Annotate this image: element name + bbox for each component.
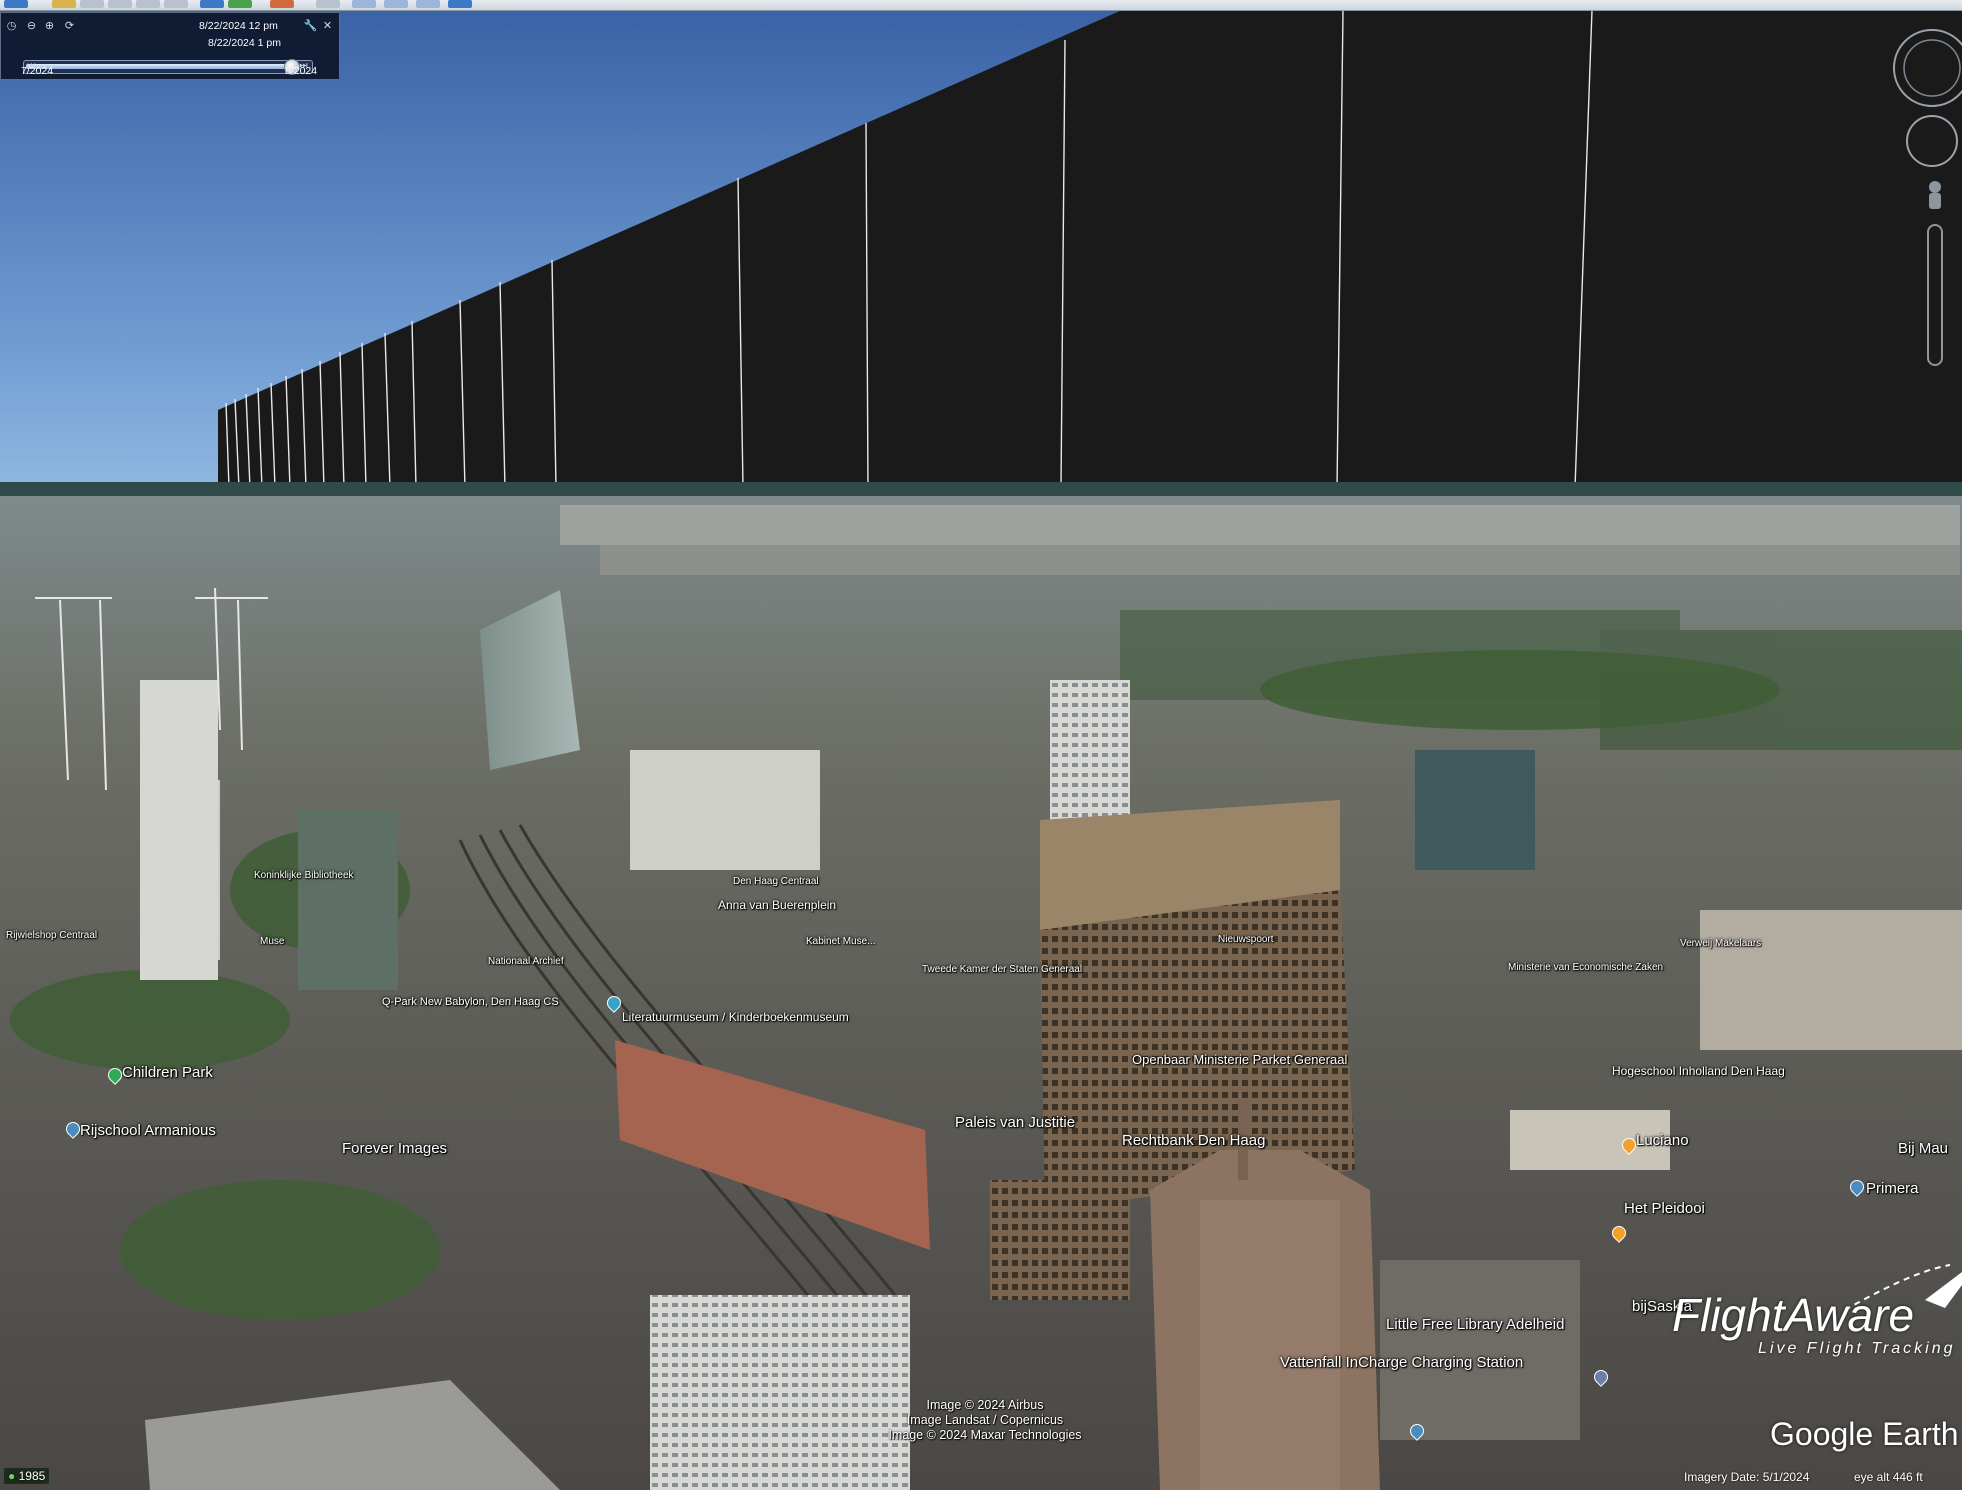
save-image-icon[interactable] <box>416 0 440 8</box>
label-rijschool[interactable]: Rijschool Armanious <box>80 1122 216 1139</box>
time-track[interactable] <box>23 59 313 75</box>
range-start: 7/2024 <box>21 65 54 77</box>
overlay-icon[interactable] <box>136 0 160 8</box>
flightaware-tagline: Live Flight Tracking <box>1758 1340 1956 1357</box>
maps-icon[interactable] <box>448 0 472 8</box>
3d-viewport[interactable]: Children Park Rijschool Armanious Foreve… <box>0 10 1962 1490</box>
label-qpark[interactable]: Q-Park New Babylon, Den Haag CS <box>382 996 559 1008</box>
horizon-band <box>0 482 1962 496</box>
email-icon[interactable] <box>352 0 376 8</box>
label-vattenfall[interactable]: Vattenfall InCharge Charging Station <box>1280 1354 1523 1371</box>
label-rijwielshop[interactable]: Rijwielshop Centraal <box>6 930 97 941</box>
sidebar-icon[interactable] <box>4 0 28 8</box>
white-flats <box>650 1295 910 1490</box>
placemark-icon[interactable] <box>52 0 76 8</box>
office-block <box>630 750 820 870</box>
zoom-in-icon[interactable]: ⊕ <box>43 19 56 32</box>
time-track-fill <box>26 64 300 69</box>
green-tower <box>298 810 398 990</box>
hover-time: 8/22/2024 1 pm <box>208 37 281 49</box>
year-indicator: ● 1985 <box>4 1468 50 1484</box>
white-tower <box>140 680 218 980</box>
label-hogeschool[interactable]: Hogeschool Inholland Den Haag <box>1612 1064 1785 1078</box>
label-openbaar[interactable]: Openbaar Ministerie Parket Generaal <box>1132 1052 1347 1067</box>
label-den-haag-centraal[interactable]: Den Haag Centraal <box>733 876 819 887</box>
label-tweede-kamer[interactable]: Tweede Kamer der Staten Generaal <box>922 964 1082 975</box>
attribution-line-2: Image Landsat / Copernicus <box>906 1413 1064 1427</box>
glass-cube <box>1415 750 1535 870</box>
street-view-icon[interactable] <box>1929 181 1941 193</box>
sun-icon[interactable] <box>228 0 252 8</box>
path-icon[interactable] <box>108 0 132 8</box>
print-icon[interactable] <box>384 0 408 8</box>
attribution-line-1: Image © 2024 Airbus <box>926 1398 1044 1412</box>
imagery-date: Imagery Date: 5/1/2024 <box>1684 1470 1810 1484</box>
label-ministerie-ez[interactable]: Ministerie van Economische Zaken <box>1508 962 1663 973</box>
eye-altitude: eye alt 446 ft <box>1854 1470 1923 1484</box>
attribution-line-3: Image © 2024 Maxar Technologies <box>888 1428 1082 1442</box>
residential-block <box>1380 1260 1580 1440</box>
label-kon-bib[interactable]: Koninklijke Bibliotheek <box>254 870 354 881</box>
label-muse[interactable]: Muse <box>260 936 284 947</box>
rechtbank-block <box>990 1180 1130 1300</box>
historical-imagery-icon: ● <box>8 1469 16 1483</box>
ruler-icon[interactable] <box>316 0 340 8</box>
google-earth-logo: Google Earth <box>1770 1416 1959 1452</box>
clock-icon[interactable]: ◷ <box>5 19 18 32</box>
flightaware-logo: FlightAware Live Flight Tracking <box>1672 1290 1956 1358</box>
flightaware-wordmark: FlightAware <box>1672 1289 1915 1341</box>
label-rechtbank[interactable]: Rechtbank Den Haag <box>1122 1132 1265 1149</box>
label-literatuur[interactable]: Literatuurmuseum / Kinderboekenmuseum <box>622 1010 849 1024</box>
residential-far-right <box>1700 910 1962 1050</box>
current-time: 8/22/2024 12 pm <box>199 20 278 32</box>
polygon-icon[interactable] <box>80 0 104 8</box>
close-icon[interactable]: ✕ <box>321 19 334 32</box>
label-paleis[interactable]: Paleis van Justitie <box>955 1114 1075 1131</box>
year-value: 1985 <box>18 1469 46 1483</box>
time-slider[interactable]: ◷ ⊖ ⊕ ⟳ 8/22/2024 12 pm 8/22/2024 1 pm 🔧… <box>0 12 340 80</box>
label-children-park[interactable]: Children Park <box>122 1064 213 1081</box>
label-het-pleidooi[interactable]: Het Pleidooi <box>1624 1200 1705 1217</box>
label-nationaal-archief[interactable]: Nationaal Archief <box>488 956 564 967</box>
history-icon[interactable] <box>200 0 224 8</box>
label-bij-mau[interactable]: Bij Mau <box>1898 1140 1948 1157</box>
zoom-out-icon[interactable]: ⊖ <box>25 19 38 32</box>
label-verweij[interactable]: Verweij Makelaars <box>1680 938 1761 949</box>
attribution: Image © 2024 Airbus Image Landsat / Cope… <box>870 1398 1100 1443</box>
settings-wrench-icon[interactable]: 🔧 <box>304 19 318 32</box>
tour-icon[interactable] <box>164 0 188 8</box>
label-kabinet[interactable]: Kabinet Muse... <box>806 936 875 947</box>
label-luciano[interactable]: Luciano <box>1636 1132 1689 1149</box>
toolbar <box>0 0 1962 11</box>
refresh-icon[interactable]: ⟳ <box>63 19 76 32</box>
label-little-free-library[interactable]: Little Free Library Adelheid <box>1386 1316 1564 1333</box>
range-end: 8/2024 <box>285 65 318 77</box>
planets-icon[interactable] <box>270 0 294 8</box>
label-primera[interactable]: Primera <box>1866 1180 1919 1197</box>
white-highrise <box>1050 680 1130 820</box>
label-anna[interactable]: Anna van Buerenplein <box>718 898 836 912</box>
label-nieuwspoort[interactable]: Nieuwspoort <box>1218 934 1274 945</box>
label-forever-images[interactable]: Forever Images <box>342 1140 447 1157</box>
scene <box>0 10 1962 1490</box>
